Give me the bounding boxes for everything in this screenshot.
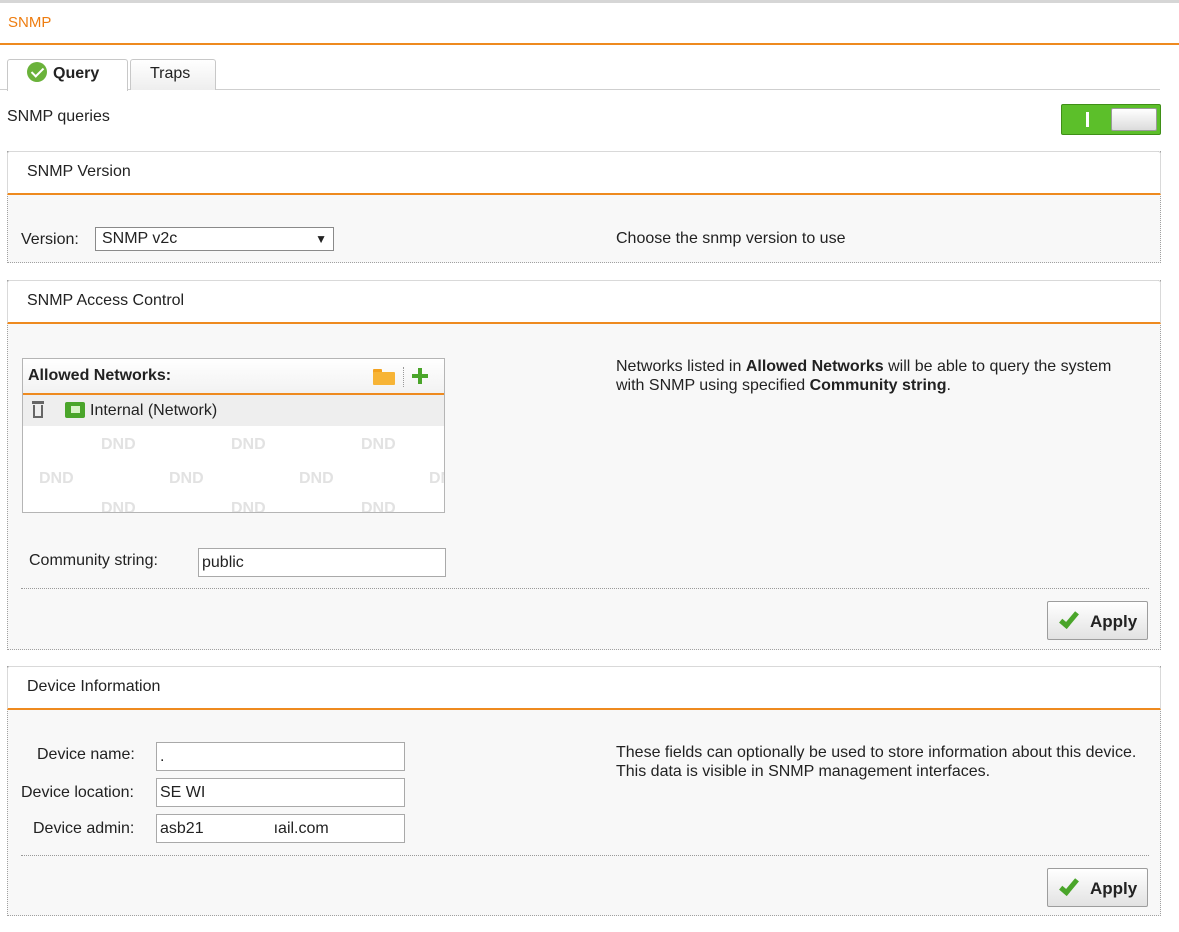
access-help-bold: Community string <box>809 377 947 394</box>
apply-button-label: Apply <box>1090 879 1138 898</box>
allowed-networks-list[interactable]: Allowed Networks: Internal (Network) DND… <box>22 358 445 513</box>
apply-button[interactable]: Apply <box>1047 601 1148 640</box>
dnd-watermark: DND <box>169 470 204 487</box>
access-help-bold: Allowed Networks <box>745 358 884 375</box>
allowed-networks-header: Allowed Networks: <box>23 359 444 395</box>
apply-check-icon <box>1059 875 1079 896</box>
divider <box>21 588 1149 589</box>
tab-traps[interactable]: Traps <box>130 59 216 90</box>
access-help-part: Networks listed in <box>616 358 746 375</box>
snmp-queries-toggle[interactable] <box>1061 104 1161 135</box>
community-string-label: Community string: <box>29 552 158 569</box>
page-title: SNMP <box>0 3 1179 45</box>
access-help-text: Networks listed in Allowed Networks will… <box>616 357 1136 395</box>
access-help-part: . <box>946 377 951 394</box>
network-row[interactable]: Internal (Network) <box>23 395 444 426</box>
device-admin-value-end: ıail.com <box>273 820 329 837</box>
dnd-watermark: DND <box>231 500 266 513</box>
apply-button[interactable]: Apply <box>1047 868 1148 907</box>
device-info-header: Device Information <box>7 666 1161 710</box>
snmp-version-header: SNMP Version <box>7 151 1161 195</box>
apply-button-label: Apply <box>1090 612 1138 631</box>
apply-check-icon <box>1059 608 1079 629</box>
tab-traps-label: Traps <box>150 65 191 82</box>
toggle-on-mark <box>1086 112 1089 127</box>
device-location-input[interactable]: SE WI <box>156 778 405 807</box>
version-help-text: Choose the snmp version to use <box>616 230 846 247</box>
plus-icon[interactable] <box>412 368 428 384</box>
network-name: Internal (Network) <box>90 402 218 419</box>
dnd-watermark: DND <box>361 500 396 513</box>
community-string-input[interactable]: public <box>198 548 446 577</box>
dropdown-arrow-icon: ▼ <box>315 232 327 246</box>
trash-icon[interactable] <box>32 401 44 418</box>
dnd-watermark: DND <box>101 436 136 453</box>
device-help-text: These fields can optionally be used to s… <box>616 744 1137 780</box>
version-select[interactable]: SNMP v2c ▼ <box>95 227 334 251</box>
dnd-watermark: DND <box>101 500 136 513</box>
dnd-watermark: DND <box>429 470 444 487</box>
snmp-access-header: SNMP Access Control <box>7 280 1161 324</box>
device-info-section: Device Information Device name: . Device… <box>7 666 1161 916</box>
tab-query[interactable]: Query <box>7 59 128 91</box>
dnd-watermark: DND <box>231 436 266 453</box>
toolbar-separator <box>403 367 404 387</box>
tab-bar: Query Traps <box>0 59 1160 91</box>
version-select-value: SNMP v2c <box>102 230 178 247</box>
divider <box>21 855 1149 856</box>
check-circle-icon <box>27 62 47 82</box>
snmp-queries-label: SNMP queries <box>7 108 110 125</box>
allowed-networks-title: Allowed Networks: <box>28 367 172 384</box>
device-admin-value-start: asb21 <box>160 820 204 837</box>
device-location-label: Device location: <box>21 784 134 801</box>
dnd-watermark: DND <box>299 470 334 487</box>
snmp-access-section: SNMP Access Control Allowed Networks: In… <box>7 280 1161 650</box>
device-name-input[interactable]: . <box>156 742 405 771</box>
toggle-knob <box>1111 108 1157 131</box>
tab-query-label: Query <box>53 65 100 82</box>
folder-icon[interactable] <box>373 369 395 385</box>
device-name-label: Device name: <box>37 746 135 763</box>
dnd-watermark: DND <box>39 470 74 487</box>
dnd-watermark: DND <box>361 436 396 453</box>
device-admin-label: Device admin: <box>33 820 135 837</box>
version-label: Version: <box>21 231 79 248</box>
device-admin-input[interactable]: asb21 ıail.com <box>156 814 405 843</box>
network-flag-icon <box>65 402 85 418</box>
snmp-version-section: SNMP Version Version: SNMP v2c ▼ Choose … <box>7 151 1161 263</box>
